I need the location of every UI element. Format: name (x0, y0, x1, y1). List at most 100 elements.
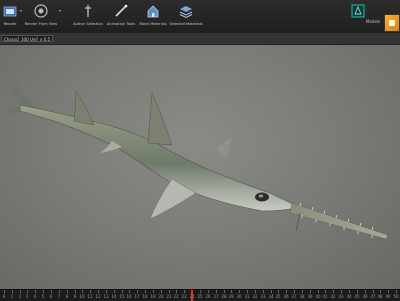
frame-number: 41 (322, 294, 328, 299)
block-materials-button[interactable]: Block Materials (138, 3, 168, 31)
frame-number: 20 (158, 294, 164, 299)
sawfish-model[interactable] (0, 45, 400, 289)
models-label: Models (366, 19, 381, 24)
layers-icon (179, 6, 193, 19)
frame-tick (286, 290, 287, 293)
frame-number: 22 (173, 294, 179, 299)
frame-tick (114, 290, 115, 293)
frame-tick (333, 290, 334, 293)
frame-number: 7 (57, 294, 61, 299)
house-icon (147, 5, 159, 18)
frame-tick (129, 290, 130, 293)
animation-tools-label: Animation Tools (106, 22, 136, 26)
frame-tick (27, 290, 28, 293)
frame-tick (176, 290, 177, 293)
frame-tick (35, 290, 36, 293)
frame-number: 32 (252, 294, 258, 299)
frame-number: 45 (354, 294, 360, 299)
frame-tick (263, 290, 264, 293)
render-icon (3, 6, 17, 17)
view-dropdown-icon[interactable]: ▾ (59, 8, 61, 13)
frame-tick (122, 290, 123, 293)
frame-tick (137, 290, 138, 293)
frame-number: 8 (65, 294, 69, 299)
frame-number: 29 (228, 294, 234, 299)
selected-materials-label: Selected Materials (169, 22, 203, 26)
frame-number: 31 (244, 294, 250, 299)
frame-number: 23 (181, 294, 187, 299)
frame-tick (388, 290, 389, 293)
frame-number: 19 (150, 294, 156, 299)
frame-tick (75, 290, 76, 293)
frame-number: 12 (95, 294, 101, 299)
frame-number: 10 (79, 294, 85, 299)
frame-number: 35 (275, 294, 281, 299)
frame-tick (208, 290, 209, 293)
render-from-view-button[interactable]: Render From View (24, 3, 58, 31)
viewport[interactable] (0, 45, 400, 289)
frame-tick (396, 290, 397, 293)
frame-number: 6 (49, 294, 53, 299)
frame-number: 14 (111, 294, 117, 299)
frame-number: 21 (166, 294, 172, 299)
frame-number: 42 (330, 294, 336, 299)
frame-tick (278, 290, 279, 293)
frame-number: 39 (307, 294, 313, 299)
mesh-icon (351, 4, 365, 18)
frame-number: 16 (126, 294, 132, 299)
frame-tick (43, 290, 44, 293)
frame-number: 48 (377, 294, 383, 299)
frame-number: 30 (236, 294, 242, 299)
author-selection-label: Author Selection (73, 22, 103, 26)
frame-number: 27 (213, 294, 219, 299)
frame-number: 25 (197, 294, 203, 299)
frame-tick (294, 290, 295, 293)
frame-tick (380, 290, 381, 293)
options-bar: Character 100 Units x 0.5 (0, 33, 400, 45)
render-from-view-label: Render From View (24, 22, 58, 26)
selected-materials-button[interactable]: Selected Materials (168, 3, 204, 31)
frame-tick (153, 290, 154, 293)
frame-number: 34 (268, 294, 274, 299)
frame-tick (302, 290, 303, 293)
frame-tick (59, 290, 60, 293)
frame-number: 44 (346, 294, 352, 299)
frame-tick (325, 290, 326, 293)
frame-number: 1 (10, 294, 14, 299)
frame-tick (357, 290, 358, 293)
frame-number: 5 (41, 294, 45, 299)
timeline-bar[interactable]: 0123456789101112131415161718192021222324… (0, 289, 400, 301)
main-toolbar: Render ▾ Render From View ▾ Author Selec… (0, 0, 400, 34)
app-logo (384, 14, 400, 32)
frame-tick (12, 290, 13, 293)
models-button[interactable] (346, 3, 370, 31)
frame-tick (373, 290, 374, 293)
render-label: Render (3, 22, 17, 26)
scale-field[interactable]: x 0.5 (37, 35, 53, 42)
frame-tick (231, 290, 232, 293)
frame-tick (239, 290, 240, 293)
frame-number: 36 (283, 294, 289, 299)
frame-number: 40 (315, 294, 321, 299)
frame-tick (67, 290, 68, 293)
animation-tools-button[interactable]: Animation Tools (104, 3, 138, 31)
frame-number: 49 (385, 294, 391, 299)
frame-tick (82, 290, 83, 293)
author-selection-button[interactable]: Author Selection (72, 3, 104, 31)
render-button[interactable]: Render (0, 3, 20, 31)
frame-number: 47 (370, 294, 376, 299)
frame-tick (349, 290, 350, 293)
frame-number: 3 (25, 294, 29, 299)
frame-number: 13 (103, 294, 109, 299)
frame-tick (310, 290, 311, 293)
frame-tick (98, 290, 99, 293)
frame-tick (247, 290, 248, 293)
frame-number: 26 (205, 294, 211, 299)
frame-ruler[interactable]: 0123456789101112131415161718192021222324… (0, 290, 400, 301)
pin-icon (85, 5, 91, 17)
frame-tick (216, 290, 217, 293)
playhead[interactable] (191, 290, 193, 301)
frame-number: 11 (87, 294, 93, 299)
frame-tick (161, 290, 162, 293)
render-dropdown-icon[interactable]: ▾ (20, 8, 22, 13)
